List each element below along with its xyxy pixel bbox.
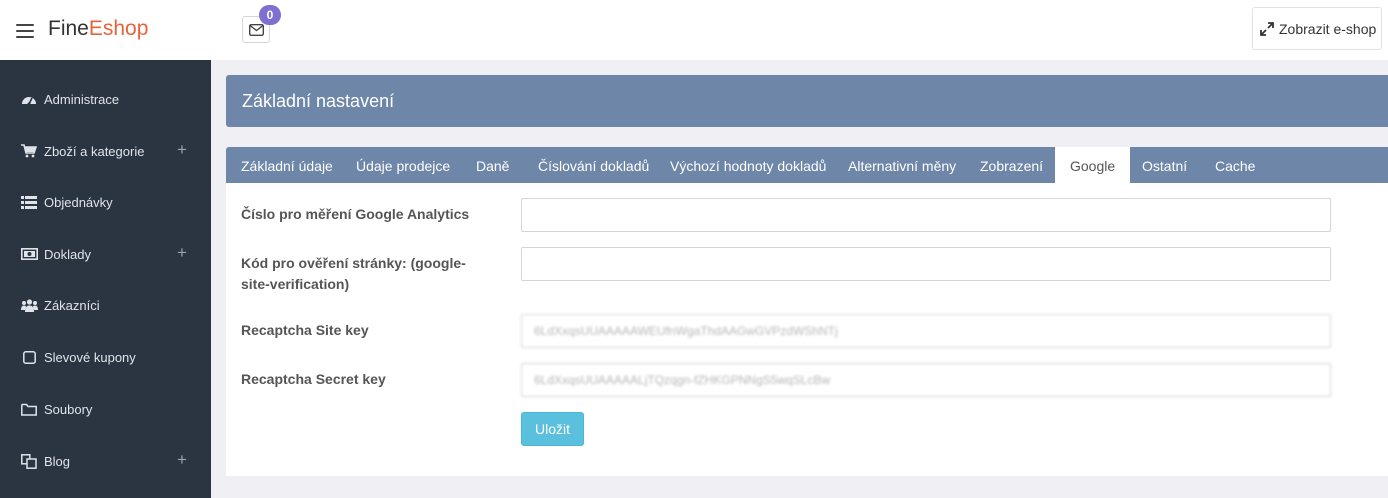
brand-name-part2: Eshop	[88, 17, 149, 40]
envelope-icon	[249, 24, 264, 36]
shopping-cart-icon	[20, 144, 38, 158]
brand-name-part1: Fine	[48, 17, 89, 40]
tab-cislovani-dokladu[interactable]: Číslování dokladů	[523, 147, 664, 183]
tab-vychozi-hodnoty-dokladu[interactable]: Výchozí hodnoty dokladů	[655, 147, 841, 183]
sidebar-item-label: Soubory	[44, 401, 93, 417]
sidebar-item-blog[interactable]: Blog +	[0, 435, 211, 487]
list-icon	[20, 195, 38, 209]
show-eshop-label: Zobrazit e-shop	[1279, 20, 1377, 37]
sidebar-item-label: Blog	[44, 453, 71, 469]
folder-icon	[20, 402, 38, 416]
expand-plus-icon[interactable]: +	[177, 141, 187, 158]
dashboard-icon	[20, 92, 38, 106]
sidebar-item-label: Zboží a kategorie	[44, 143, 145, 159]
expand-arrows-icon	[1260, 21, 1274, 36]
sidebar-item-slevove-kupony[interactable]: Slevové kupony	[0, 331, 211, 383]
sidebar-item-soubory[interactable]: Soubory	[0, 383, 211, 435]
page-header-panel: Základní nastavení	[226, 75, 1388, 127]
tab-zobrazeni[interactable]: Zobrazení	[965, 147, 1058, 183]
tab-zakladni-udaje[interactable]: Základní údaje	[226, 147, 348, 183]
brand-logo[interactable]: FineEshop	[48, 17, 148, 41]
hamburger-menu-icon[interactable]	[16, 24, 34, 38]
analytics-label: Číslo pro měření Google Analytics	[241, 206, 470, 222]
analytics-input[interactable]	[521, 198, 1331, 232]
recaptcha-site-key-input[interactable]	[521, 314, 1331, 348]
square-icon	[20, 350, 38, 364]
tab-ostatni[interactable]: Ostatní	[1127, 147, 1202, 183]
sidebar-item-administrace[interactable]: Administrace	[0, 73, 211, 125]
sidebar-item-doklady[interactable]: Doklady +	[0, 228, 211, 280]
site-verification-input[interactable]	[521, 247, 1331, 281]
tab-dane[interactable]: Daně	[461, 147, 524, 183]
sidebar-item-label: Objednávky	[44, 194, 113, 210]
copy-icon	[20, 453, 38, 469]
sidebar-item-label: Zákazníci	[44, 297, 100, 313]
sidebar: Administrace Zboží a kategorie + Objedná…	[0, 60, 211, 498]
site-verification-label: Kód pro ověření stránky: (google-site-ve…	[241, 255, 466, 292]
sidebar-item-objednavky[interactable]: Objednávky	[0, 176, 211, 228]
recaptcha-site-key-label: Recaptcha Site key	[241, 322, 369, 338]
tab-alternativni-meny[interactable]: Alternativní měny	[833, 147, 971, 183]
tab-google[interactable]: Google	[1055, 147, 1131, 183]
top-bar: FineEshop 0 Zobrazit e-shop	[0, 0, 1388, 60]
messages-count-badge: 0	[259, 5, 281, 25]
sidebar-item-label: Doklady	[44, 246, 91, 262]
tab-cache[interactable]: Cache	[1200, 147, 1270, 183]
sidebar-item-label: Slevové kupony	[44, 349, 136, 365]
money-icon	[20, 247, 38, 261]
recaptcha-secret-key-input[interactable]	[521, 363, 1331, 397]
sidebar-item-zbozi-a-kategorie[interactable]: Zboží a kategorie +	[0, 125, 211, 177]
sidebar-item-label: Administrace	[44, 91, 120, 107]
settings-tabs: Základní údaje Údaje prodejce Daně Číslo…	[226, 147, 1388, 183]
page-title: Základní nastavení	[242, 91, 395, 111]
show-eshop-button[interactable]: Zobrazit e-shop	[1252, 7, 1382, 50]
tab-udaje-prodejce[interactable]: Údaje prodejce	[341, 147, 465, 183]
google-settings-form: Číslo pro měření Google Analytics Kód pr…	[226, 183, 1388, 476]
recaptcha-secret-key-label: Recaptcha Secret key	[241, 371, 386, 387]
save-button[interactable]: Uložit	[521, 412, 584, 446]
sidebar-item-zakaznici[interactable]: Zákazníci	[0, 279, 211, 331]
users-icon	[20, 298, 38, 312]
expand-plus-icon[interactable]: +	[177, 244, 187, 261]
expand-plus-icon[interactable]: +	[177, 451, 187, 468]
